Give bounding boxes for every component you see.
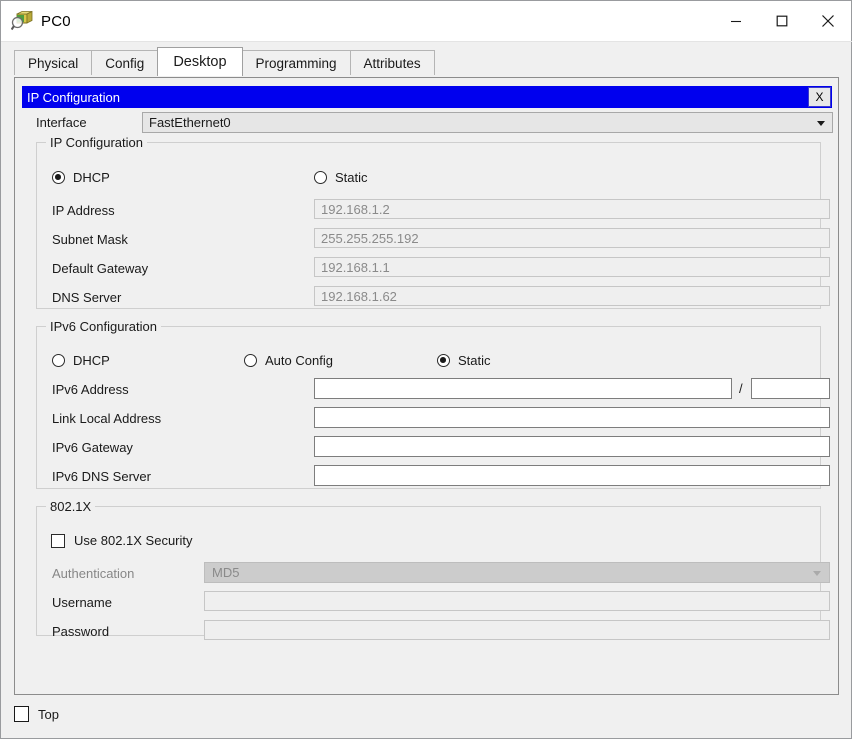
tab-config[interactable]: Config (91, 50, 159, 75)
desktop-panel: IP Configuration X Interface FastEtherne… (14, 77, 839, 695)
ipv6-static-label: Static (458, 353, 491, 368)
ipv4-group-title: IP Configuration (46, 135, 147, 150)
top-checkbox[interactable]: Top (14, 706, 59, 722)
ipv4-configuration-group: IP Configuration DHCP Static IP Address … (36, 135, 830, 309)
dns-server-value: 192.168.1.62 (321, 288, 397, 304)
radio-indicator (244, 354, 257, 367)
ip-configuration-dialog-header: IP Configuration X (22, 86, 832, 108)
subnet-mask-label: Subnet Mask (52, 232, 128, 247)
dns-server-label: DNS Server (52, 290, 122, 305)
subnet-mask-value: 255.255.255.192 (321, 230, 419, 246)
ipv6-static-radio[interactable]: Static (437, 353, 491, 368)
authentication-select[interactable]: MD5 (204, 562, 830, 583)
radio-indicator (314, 171, 327, 184)
dialog-title: IP Configuration (27, 89, 120, 105)
default-gateway-input[interactable]: 192.168.1.1 (314, 257, 830, 277)
interface-row: Interface FastEthernet0 (23, 112, 833, 134)
packet-tracer-device-window: PC0 Physical Config Desktop Programming … (0, 0, 852, 739)
password-label: Password (52, 624, 110, 639)
top-checkbox-label: Top (38, 706, 59, 722)
ipv6-auto-config-label: Auto Config (265, 353, 333, 368)
device-icon (10, 10, 33, 32)
ipv6-group-title: IPv6 Configuration (46, 319, 161, 334)
window-title: PC0 (41, 12, 71, 30)
ipv4-dhcp-label: DHCP (73, 170, 110, 185)
ipv6-address-input[interactable] (314, 378, 732, 399)
radio-indicator (437, 354, 450, 367)
dialog-close-button[interactable]: X (808, 87, 831, 107)
ipv6-dns-server-input[interactable] (314, 465, 830, 486)
ip-address-value: 192.168.1.2 (321, 201, 390, 217)
interface-select[interactable]: FastEthernet0 (142, 112, 833, 133)
link-local-address-input[interactable] (314, 407, 830, 428)
interface-select-value: FastEthernet0 (149, 115, 231, 130)
ipv4-static-label: Static (335, 170, 368, 185)
ip-address-input[interactable]: 192.168.1.2 (314, 199, 830, 219)
minimize-button[interactable] (713, 1, 759, 41)
titlebar-divider (1, 41, 852, 42)
radio-indicator (52, 354, 65, 367)
use-dot1x-security-checkbox[interactable]: Use 802.1X Security (51, 533, 193, 548)
tab-programming[interactable]: Programming (241, 50, 351, 75)
ipv6-dhcp-radio[interactable]: DHCP (52, 353, 110, 368)
password-input[interactable] (204, 620, 830, 640)
ipv6-dns-server-label: IPv6 DNS Server (52, 469, 151, 484)
ipv6-auto-config-radio[interactable]: Auto Config (244, 353, 333, 368)
checkbox-indicator (51, 533, 65, 548)
tab-desktop[interactable]: Desktop (157, 47, 243, 76)
ipv6-gateway-label: IPv6 Gateway (52, 440, 133, 455)
ipv6-prefix-separator: / (739, 381, 743, 396)
window-titlebar: PC0 (1, 1, 851, 41)
ipv6-prefix-input[interactable] (751, 378, 830, 399)
use-dot1x-security-label: Use 802.1X Security (74, 533, 193, 548)
ipv4-dhcp-radio[interactable]: DHCP (52, 170, 110, 185)
default-gateway-label: Default Gateway (52, 261, 149, 276)
dot1x-group-title: 802.1X (46, 499, 96, 514)
ipv6-dhcp-label: DHCP (73, 353, 110, 368)
dot1x-group: 802.1X Use 802.1X Security Authenticatio… (36, 499, 830, 640)
dns-server-input[interactable]: 192.168.1.62 (314, 286, 830, 306)
radio-indicator (52, 171, 65, 184)
link-local-address-label: Link Local Address (52, 411, 162, 426)
default-gateway-value: 192.168.1.1 (321, 259, 390, 275)
close-button[interactable] (805, 1, 851, 41)
window-footer: Top (1, 697, 851, 738)
chevron-down-icon (817, 121, 825, 126)
tab-attributes[interactable]: Attributes (349, 50, 435, 75)
username-input[interactable] (204, 591, 830, 611)
ipv6-gateway-input[interactable] (314, 436, 830, 457)
interface-label: Interface (36, 115, 87, 130)
ipv6-configuration-group: IPv6 Configuration DHCP Auto Config Stat… (36, 319, 830, 489)
tab-physical[interactable]: Physical (14, 50, 93, 75)
ip-address-label: IP Address (52, 203, 115, 218)
ipv6-address-label: IPv6 Address (52, 382, 129, 397)
authentication-select-value: MD5 (212, 565, 240, 580)
checkbox-indicator (14, 706, 29, 722)
maximize-button[interactable] (759, 1, 805, 41)
username-label: Username (52, 595, 112, 610)
chevron-down-icon (813, 571, 821, 576)
device-tabstrip: Physical Config Desktop Programming Attr… (14, 47, 435, 76)
ipv4-static-radio[interactable]: Static (314, 170, 368, 185)
authentication-label: Authentication (52, 566, 135, 581)
subnet-mask-input[interactable]: 255.255.255.192 (314, 228, 830, 248)
